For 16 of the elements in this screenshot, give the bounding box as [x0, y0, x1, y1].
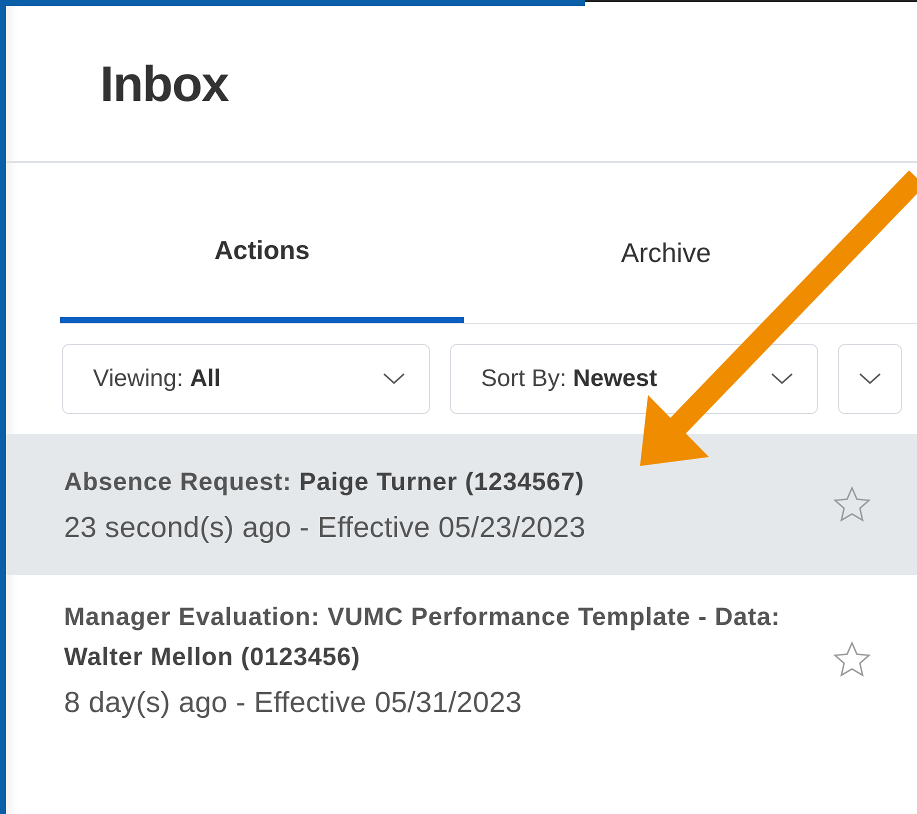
tab[interactable]: Actions	[60, 201, 464, 323]
star-icon[interactable]	[833, 486, 871, 522]
item-title: Absence Request: Paige Turner (1234567)	[64, 467, 586, 498]
chevron-down-icon	[859, 373, 881, 385]
page-title: Inbox	[100, 54, 228, 112]
chevron-down-icon	[771, 373, 793, 385]
filter-dropdown[interactable]: Viewing: All	[62, 344, 430, 414]
item-title: Manager Evaluation: VUMC Performance Template - Data: Walter Mellon (0123456)	[64, 602, 782, 673]
inbox-item[interactable]: Manager Evaluation: VUMC Performance Template - Data: Walter Mellon (0123456) 8 day(s) ago - Effective 05/31/2023	[0, 575, 917, 744]
chevron-down-icon	[383, 373, 405, 385]
star-icon[interactable]	[833, 640, 871, 676]
filter-dropdown[interactable]: Sort By: Newest	[450, 344, 818, 414]
tab[interactable]: Archive	[464, 201, 868, 323]
item-meta: 8 day(s) ago - Effective 05/31/2023	[64, 687, 523, 720]
item-meta: 23 second(s) ago - Effective 05/23/2023	[64, 512, 586, 545]
dropdown-button[interactable]	[838, 344, 902, 414]
